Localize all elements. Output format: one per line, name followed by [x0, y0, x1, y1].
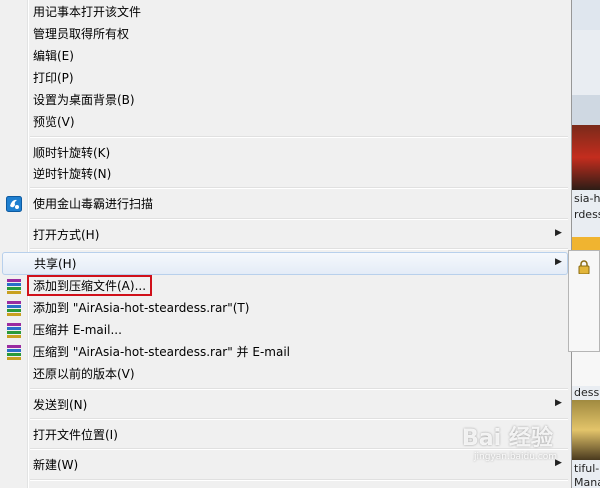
menu-item-open-with[interactable]: 打开方式(H) ▶	[2, 224, 568, 246]
menu-item-open-notepad[interactable]: 用记事本打开该文件	[2, 1, 568, 23]
baidu-watermark-url: jingyan.baidu.com	[474, 452, 558, 462]
menu-item-label: 新建(W)	[33, 458, 79, 472]
menu-separator	[30, 187, 568, 189]
thumbnail-label: rdess	[574, 208, 600, 221]
menu-item-label: 预览(V)	[33, 115, 75, 129]
context-menu: 用记事本打开该文件 管理员取得所有权 编辑(E) 打印(P) 设置为桌面背景(B…	[0, 0, 572, 488]
menu-item-label: 管理员取得所有权	[33, 27, 130, 41]
menu-item-preview[interactable]: 预览(V)	[2, 111, 568, 133]
lock-icon	[578, 260, 590, 275]
thumbnail-label: Mana	[574, 476, 600, 488]
menu-item-rotate-clockwise[interactable]: 顺时针旋转(K)	[2, 142, 568, 164]
menu-item-label: 共享(H)	[34, 257, 77, 271]
baidu-watermark: Bai 经验	[462, 426, 553, 451]
share-submenu[interactable]	[568, 250, 600, 352]
menu-item-label: 逆时针旋转(N)	[33, 167, 112, 181]
thumbnail-image	[572, 125, 600, 190]
menu-separator	[30, 479, 568, 481]
menu-item-compress-to-rar-email[interactable]: 压缩到 "AirAsia-hot-steardess.rar" 并 E-mail	[2, 341, 568, 363]
menu-item-edit[interactable]: 编辑(E)	[2, 45, 568, 67]
menu-item-restore-previous-versions[interactable]: 还原以前的版本(V)	[2, 363, 568, 385]
thumbnail-label: dess	[574, 386, 600, 399]
menu-item-share[interactable]: 共享(H) ▶	[2, 252, 568, 275]
menu-item-label: 用记事本打开该文件	[33, 5, 142, 19]
menu-separator	[30, 136, 568, 138]
kingsoft-scan-icon	[6, 196, 22, 212]
explorer-background: sia-ho rdess dess tiful-l Mana	[572, 0, 600, 488]
menu-item-compress-email[interactable]: 压缩并 E-mail...	[2, 319, 568, 341]
menu-item-add-to-rar[interactable]: 添加到 "AirAsia-hot-steardess.rar"(T)	[2, 297, 568, 319]
winrar-icon	[6, 300, 22, 316]
thumbnail-strip	[572, 0, 600, 30]
menu-separator	[30, 388, 568, 390]
highlight-annotation-box	[27, 275, 152, 296]
menu-item-label: 压缩到 "AirAsia-hot-steardess.rar" 并 E-mail	[33, 345, 290, 359]
menu-item-label: 打开方式(H)	[33, 228, 100, 242]
menu-item-rotate-counterclockwise[interactable]: 逆时针旋转(N)	[2, 163, 568, 185]
menu-item-label: 使用金山毒霸进行扫描	[33, 197, 154, 211]
menu-item-send-to[interactable]: 发送到(N) ▶	[2, 394, 568, 416]
menu-item-take-ownership[interactable]: 管理员取得所有权	[2, 23, 568, 45]
winrar-icon	[6, 344, 22, 360]
menu-item-label: 打印(P)	[33, 71, 74, 85]
menu-item-label: 发送到(N)	[33, 398, 88, 412]
menu-item-set-desktop-background[interactable]: 设置为桌面背景(B)	[2, 89, 568, 111]
menu-item-label: 顺时针旋转(K)	[33, 146, 111, 160]
menu-item-print[interactable]: 打印(P)	[2, 67, 568, 89]
menu-item-label: 编辑(E)	[33, 49, 74, 63]
winrar-icon	[6, 278, 22, 294]
chevron-right-icon: ▶	[555, 257, 562, 267]
menu-item-label: 设置为桌面背景(B)	[33, 93, 135, 107]
menu-item-kingsoft-scan[interactable]: 使用金山毒霸进行扫描	[2, 193, 568, 215]
winrar-icon	[6, 322, 22, 338]
thumbnail-image	[572, 400, 600, 460]
thumbnail-label: sia-ho	[574, 192, 600, 205]
menu-item-label: 添加到 "AirAsia-hot-steardess.rar"(T)	[33, 301, 250, 315]
thumbnail-image	[572, 237, 600, 250]
menu-separator	[30, 218, 568, 220]
menu-item-label: 还原以前的版本(V)	[33, 367, 135, 381]
menu-separator	[30, 248, 568, 250]
thumbnail-strip	[572, 95, 600, 125]
chevron-right-icon: ▶	[555, 398, 562, 408]
thumbnail-label: tiful-l	[574, 462, 600, 475]
menu-item-label: 打开文件位置(I)	[33, 428, 118, 442]
thumbnail-strip	[572, 352, 600, 386]
menu-item-label: 压缩并 E-mail...	[33, 323, 122, 337]
chevron-right-icon: ▶	[555, 228, 562, 238]
